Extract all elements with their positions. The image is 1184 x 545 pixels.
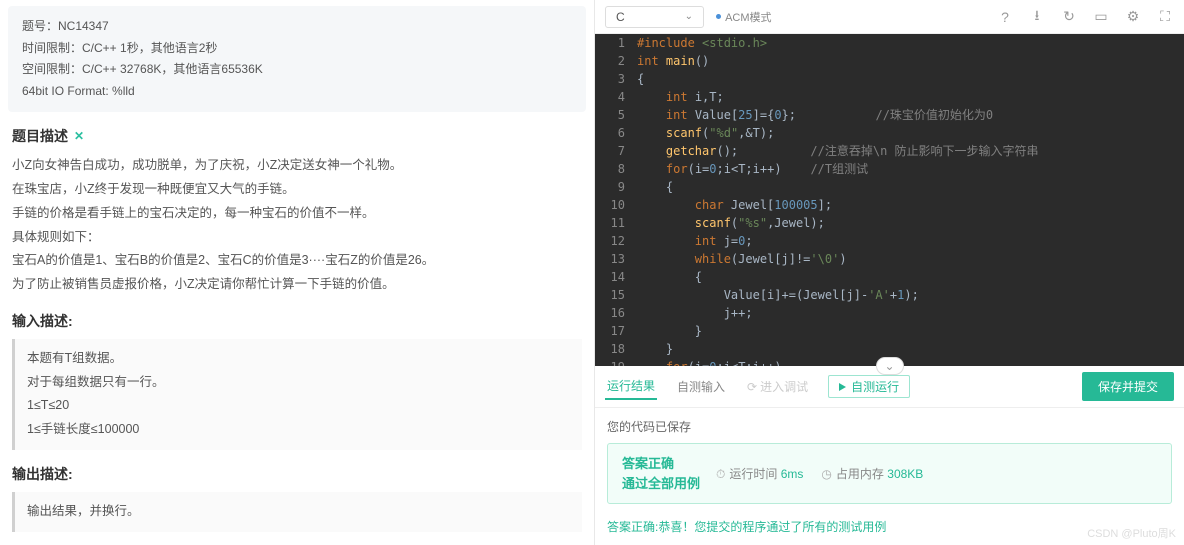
io-format: 64bit IO Format: %lld [22, 81, 572, 103]
time-limit: 时间限制：C/C++ 1秒，其他语言2秒 [22, 38, 572, 60]
code-line[interactable]: 4 int i,T; [595, 88, 1184, 106]
tab-self-input[interactable]: 自测输入 [675, 374, 727, 399]
code-line[interactable]: 18 } [595, 340, 1184, 358]
language-select[interactable]: C ⌄ [605, 6, 704, 28]
pass-metrics: ⏱运行时间 6ms ◷占用内存 308KB [716, 465, 923, 482]
problem-meta: 题号：NC14347 时间限制：C/C++ 1秒，其他语言2秒 空间限制：C/C… [8, 6, 586, 112]
code-line[interactable]: 6 scanf("%d",&T); [595, 124, 1184, 142]
input-heading: 输入描述: [12, 311, 582, 331]
space-limit: 空间限制：C/C++ 32768K，其他语言65536K [22, 59, 572, 81]
desc-heading: 题目描述 ✕ [12, 126, 582, 146]
code-line[interactable]: 12 int j=0; [595, 232, 1184, 250]
tab-result[interactable]: 运行结果 [605, 373, 657, 400]
code-line[interactable]: 5 int Value[25]={0}; //珠宝价值初始化为0 [595, 106, 1184, 124]
download-icon[interactable]: ⭳ [1028, 5, 1046, 29]
code-line[interactable]: 10 char Jewel[100005]; [595, 196, 1184, 214]
mode-badge: ACM模式 [716, 9, 771, 25]
input-desc: 本题有T组数据。 对于每组数据只有一行。 1≤T≤20 1≤手链长度≤10000… [12, 339, 582, 450]
problem-pane[interactable]: 题号：NC14347 时间限制：C/C++ 1秒，其他语言2秒 空间限制：C/C… [0, 0, 595, 545]
editor-toolbar: C ⌄ ACM模式 ? ⭳ ↻ ▭ ⚙ ⛶ [595, 0, 1184, 34]
problem-id: 题号：NC14347 [22, 16, 572, 38]
code-line[interactable]: 17 } [595, 322, 1184, 340]
collapse-icon[interactable]: ✕ [74, 129, 84, 143]
play-icon [839, 383, 846, 391]
panel-resize-handle[interactable] [876, 357, 904, 375]
output-desc: 输出结果，并换行。 [12, 492, 582, 532]
code-line[interactable]: 13 while(Jewel[j]!='\0') [595, 250, 1184, 268]
code-line[interactable]: 1#include <stdio.h> [595, 34, 1184, 52]
mode-dot-icon [716, 14, 721, 19]
status-title: 答案正确 [622, 454, 700, 474]
code-line[interactable]: 15 Value[i]+=(Jewel[j]-'A'+1); [595, 286, 1184, 304]
clock-icon: ⏱ [716, 467, 725, 481]
tab-debug[interactable]: ⟳进入调试 [745, 374, 810, 399]
chevron-down-icon: ⌄ [685, 11, 693, 22]
watermark: CSDN @Pluto周K [1087, 525, 1176, 541]
self-run-button[interactable]: 自测运行 [828, 375, 910, 398]
output-heading: 输出描述: [12, 464, 582, 484]
saved-msg: 您的代码已保存 [607, 418, 1172, 435]
code-line[interactable]: 8 for(i=0;i<T;i++) //T组测试 [595, 160, 1184, 178]
fullscreen-icon[interactable]: ⛶ [1156, 8, 1174, 25]
settings-icon[interactable]: ⚙ [1124, 8, 1142, 25]
code-line[interactable]: 16 j++; [595, 304, 1184, 322]
code-line[interactable]: 11 scanf("%s",Jewel); [595, 214, 1184, 232]
code-pane: C ⌄ ACM模式 ? ⭳ ↻ ▭ ⚙ ⛶ 1#include <stdio.h… [595, 0, 1184, 545]
code-line[interactable]: 7 getchar(); //注意吞掉\n 防止影响下一步输入字符串 [595, 142, 1184, 160]
code-line[interactable]: 9 { [595, 178, 1184, 196]
dashboard-icon: ◷ [821, 467, 831, 481]
code-editor[interactable]: 1#include <stdio.h>2int main()3{4 int i,… [595, 34, 1184, 366]
calendar-icon[interactable]: ▭ [1092, 8, 1110, 25]
status-sub: 通过全部用例 [622, 474, 700, 494]
help-icon[interactable]: ? [996, 9, 1014, 25]
desc-body: 小Z向女神告白成功，成功脱单，为了庆祝，小Z决定送女神一个礼物。 在珠宝店，小Z… [12, 154, 582, 297]
code-line[interactable]: 3{ [595, 70, 1184, 88]
code-line[interactable]: 2int main() [595, 52, 1184, 70]
language-label: C [616, 10, 625, 24]
submit-button[interactable]: 保存并提交 [1082, 372, 1174, 401]
refresh-icon[interactable]: ↻ [1060, 8, 1078, 25]
pass-box: 答案正确 通过全部用例 ⏱运行时间 6ms ◷占用内存 308KB [607, 443, 1172, 504]
code-line[interactable]: 14 { [595, 268, 1184, 286]
